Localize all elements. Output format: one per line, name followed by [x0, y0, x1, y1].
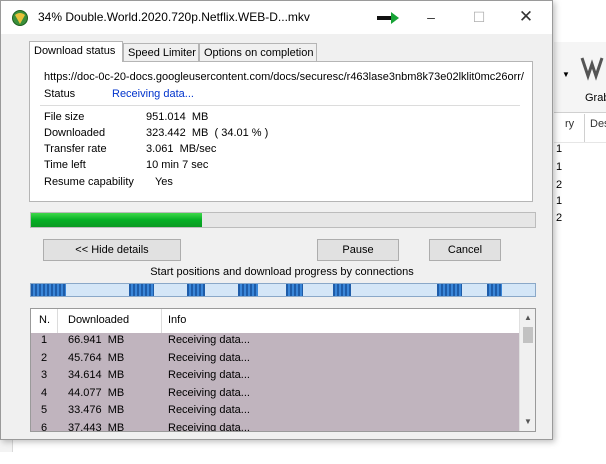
connection-number: 1	[41, 334, 48, 346]
connection-downloaded: 66.941 MB	[68, 334, 125, 346]
dropdown-arrow-icon[interactable]: ▼	[562, 70, 570, 79]
window-title: 34% Double.World.2020.720p.Netflix.WEB-D…	[38, 10, 310, 24]
status-value: Receiving data...	[112, 88, 194, 100]
scroll-down-icon[interactable]: ▼	[520, 415, 535, 429]
background-column-header[interactable]: Des	[590, 118, 606, 130]
connection-segment	[333, 284, 352, 296]
table-row[interactable]: 4 44.077 MB Receiving data...	[31, 386, 519, 403]
connection-number: 6	[41, 421, 48, 432]
time-left-label: Time left	[44, 159, 86, 171]
close-button[interactable]: ✕	[506, 5, 546, 29]
minimize-button[interactable]: –	[411, 5, 451, 29]
connection-segment	[285, 284, 304, 296]
table-scrollbar[interactable]: ▲ ▼	[519, 309, 535, 431]
connection-segment	[237, 284, 258, 296]
connection-info: Receiving data...	[168, 421, 250, 432]
connections-progress-bar	[30, 283, 536, 297]
column-divider	[584, 114, 585, 142]
hide-details-button[interactable]: << Hide details	[43, 239, 181, 261]
tab-download-status[interactable]: Download status	[29, 41, 123, 62]
connection-info: Receiving data...	[168, 351, 250, 364]
column-divider[interactable]	[161, 309, 162, 333]
maximize-button[interactable]: ☐	[459, 5, 499, 29]
connection-segment	[129, 284, 155, 296]
downloaded-value: 323.442 MB ( 34.01 % )	[146, 127, 269, 139]
connection-segment	[487, 284, 503, 296]
background-column-header[interactable]: ry	[565, 118, 574, 130]
column-header-downloaded[interactable]: Downloaded	[68, 314, 129, 326]
background-row: 1	[556, 195, 563, 207]
cancel-button[interactable]: Cancel	[429, 239, 501, 261]
file-size-value: 951.014 MB	[146, 111, 209, 123]
connection-number: 3	[41, 369, 48, 381]
file-size-label: File size	[44, 111, 85, 123]
download-manager-icon	[12, 10, 28, 26]
transfer-rate-label: Transfer rate	[44, 143, 107, 155]
background-row: 1	[556, 161, 563, 173]
scrollbar-thumb[interactable]	[523, 327, 533, 343]
table-row[interactable]: 5 33.476 MB Receiving data...	[31, 403, 519, 420]
connection-info: Receiving data...	[168, 404, 250, 416]
separator	[40, 105, 520, 106]
connection-downloaded: 45.764 MB	[68, 351, 125, 364]
connection-segment	[436, 284, 462, 296]
downloaded-label: Downloaded	[44, 127, 106, 139]
background-row: 1	[556, 143, 563, 155]
connection-downloaded: 44.077 MB	[68, 386, 125, 399]
connection-number: 2	[41, 351, 48, 364]
download-dialog: 34% Double.World.2020.720p.Netflix.WEB-D…	[0, 0, 553, 440]
connection-segment	[31, 284, 67, 296]
progress-fill	[31, 213, 203, 227]
background-row: 2	[556, 179, 563, 191]
download-url: https://doc-0c-20-docs.googleusercontent…	[44, 71, 524, 83]
column-divider[interactable]	[57, 309, 58, 333]
scroll-up-icon[interactable]: ▲	[520, 311, 535, 325]
connection-number: 4	[41, 386, 48, 399]
connection-info: Receiving data...	[168, 334, 250, 346]
arrow-right-icon	[377, 12, 399, 24]
connection-segment	[187, 284, 205, 296]
tab-speed-limiter[interactable]: Speed Limiter	[123, 43, 199, 61]
background-row: 2	[556, 212, 563, 224]
table-row[interactable]: 1 66.941 MB Receiving data...	[31, 333, 519, 350]
connection-info: Receiving data...	[168, 386, 250, 399]
connections-progress-label: Start positions and download progress by…	[150, 266, 414, 278]
transfer-rate-value: 3.061 MB/sec	[146, 143, 217, 155]
resume-capability-value: Yes	[146, 176, 173, 188]
table-row[interactable]: 2 45.764 MB Receiving data...	[31, 351, 519, 368]
tab-options-on-completion[interactable]: Options on completion	[199, 43, 317, 61]
connection-number: 5	[41, 404, 48, 416]
connection-downloaded: 37.443 MB	[68, 421, 125, 432]
toolbar-grabber-label[interactable]: Grab	[585, 92, 606, 104]
download-status-panel: https://doc-0c-20-docs.googleusercontent…	[29, 61, 533, 202]
column-header-info[interactable]: Info	[168, 314, 186, 326]
table-header: N. Downloaded Info	[31, 309, 519, 333]
pause-button[interactable]: Pause	[317, 239, 399, 261]
column-header-number[interactable]: N.	[39, 314, 50, 326]
title-bar[interactable]: 34% Double.World.2020.720p.Netflix.WEB-D…	[1, 1, 552, 34]
table-row[interactable]: 6 37.443 MB Receiving data...	[31, 421, 519, 432]
connection-downloaded: 34.614 MB	[68, 369, 125, 381]
resume-capability-label: Resume capability	[44, 176, 134, 188]
time-left-value: 10 min 7 sec	[146, 159, 209, 171]
grabber-icon[interactable]	[580, 54, 604, 82]
table-row[interactable]: 3 34.614 MB Receiving data...	[31, 368, 519, 385]
table-body: 1 66.941 MB Receiving data... 2 45.764 M…	[31, 333, 519, 432]
connection-downloaded: 33.476 MB	[68, 404, 125, 416]
status-label: Status	[44, 88, 76, 100]
connection-info: Receiving data...	[168, 369, 250, 381]
download-progress-bar	[30, 212, 536, 228]
connections-table: N. Downloaded Info 1 66.941 MB Receiving…	[30, 308, 536, 432]
